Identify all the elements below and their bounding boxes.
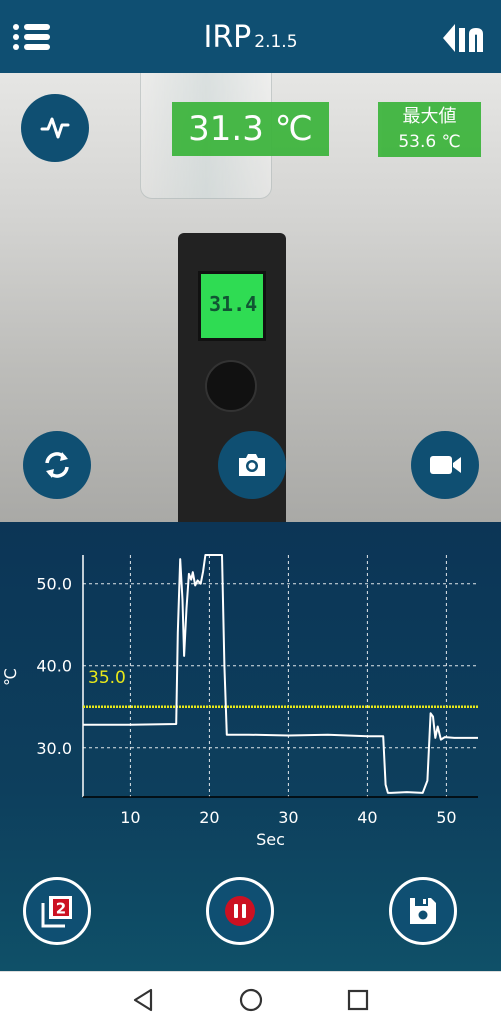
video-camera-icon <box>430 456 461 474</box>
x-axis-label: Sec <box>256 830 285 849</box>
switch-camera-button[interactable] <box>23 431 91 499</box>
copy-layers-icon: 2 <box>41 896 72 928</box>
app-name: IRP <box>203 20 252 55</box>
floppy-disk-icon <box>410 898 436 924</box>
refresh-icon <box>45 452 69 478</box>
temperature-chart: 10 20 30 40 50 30.0 40.0 50.0 35.0 Sec ℃ <box>1 554 478 849</box>
bottom-panel: 10 20 30 40 50 30.0 40.0 50.0 35.0 Sec ℃ 2 <box>0 522 501 971</box>
save-button[interactable] <box>389 877 457 945</box>
x-tick-label: 40 <box>357 808 377 827</box>
capture-photo-button[interactable] <box>218 431 286 499</box>
waveform-icon <box>40 117 70 139</box>
y-tick-label: 30.0 <box>36 739 72 758</box>
temperature-series-line <box>83 554 478 794</box>
y-tick-label: 50.0 <box>36 575 72 594</box>
x-tick-label: 50 <box>436 808 456 827</box>
snapshot-count-button[interactable]: 2 <box>23 877 91 945</box>
y-tick-label: 40.0 <box>36 657 72 676</box>
y-axis-label: ℃ <box>1 668 20 686</box>
threshold-label: 35.0 <box>88 668 126 688</box>
max-value: 53.6 ℃ <box>398 132 461 152</box>
max-temperature-box: 最大値 53.6 ℃ <box>378 102 481 157</box>
camera-icon <box>239 454 265 476</box>
recent-apps-icon[interactable] <box>342 984 374 1016</box>
pause-icon <box>225 896 255 926</box>
waveform-button[interactable] <box>21 94 89 162</box>
brand-logo-icon[interactable] <box>439 20 489 56</box>
x-tick-label: 30 <box>278 808 298 827</box>
pause-button[interactable] <box>206 877 274 945</box>
device-display: 31.4 <box>198 271 266 341</box>
top-app-bar: IRP 2.1.5 <box>0 0 501 73</box>
app-version: 2.1.5 <box>254 32 298 52</box>
x-tick-label: 20 <box>199 808 219 827</box>
snapshot-count: 2 <box>56 900 66 918</box>
device-reading: 31.4 <box>209 292 258 316</box>
back-icon[interactable] <box>127 984 159 1016</box>
home-icon[interactable] <box>235 984 267 1016</box>
app-title: IRP 2.1.5 <box>0 18 501 62</box>
current-temperature: 31.3 ℃ <box>172 102 329 156</box>
system-navigation-bar <box>0 971 501 1028</box>
record-video-button[interactable] <box>411 431 479 499</box>
x-tick-label: 10 <box>120 808 140 827</box>
device-button <box>205 360 257 412</box>
max-label: 最大値 <box>402 106 457 127</box>
